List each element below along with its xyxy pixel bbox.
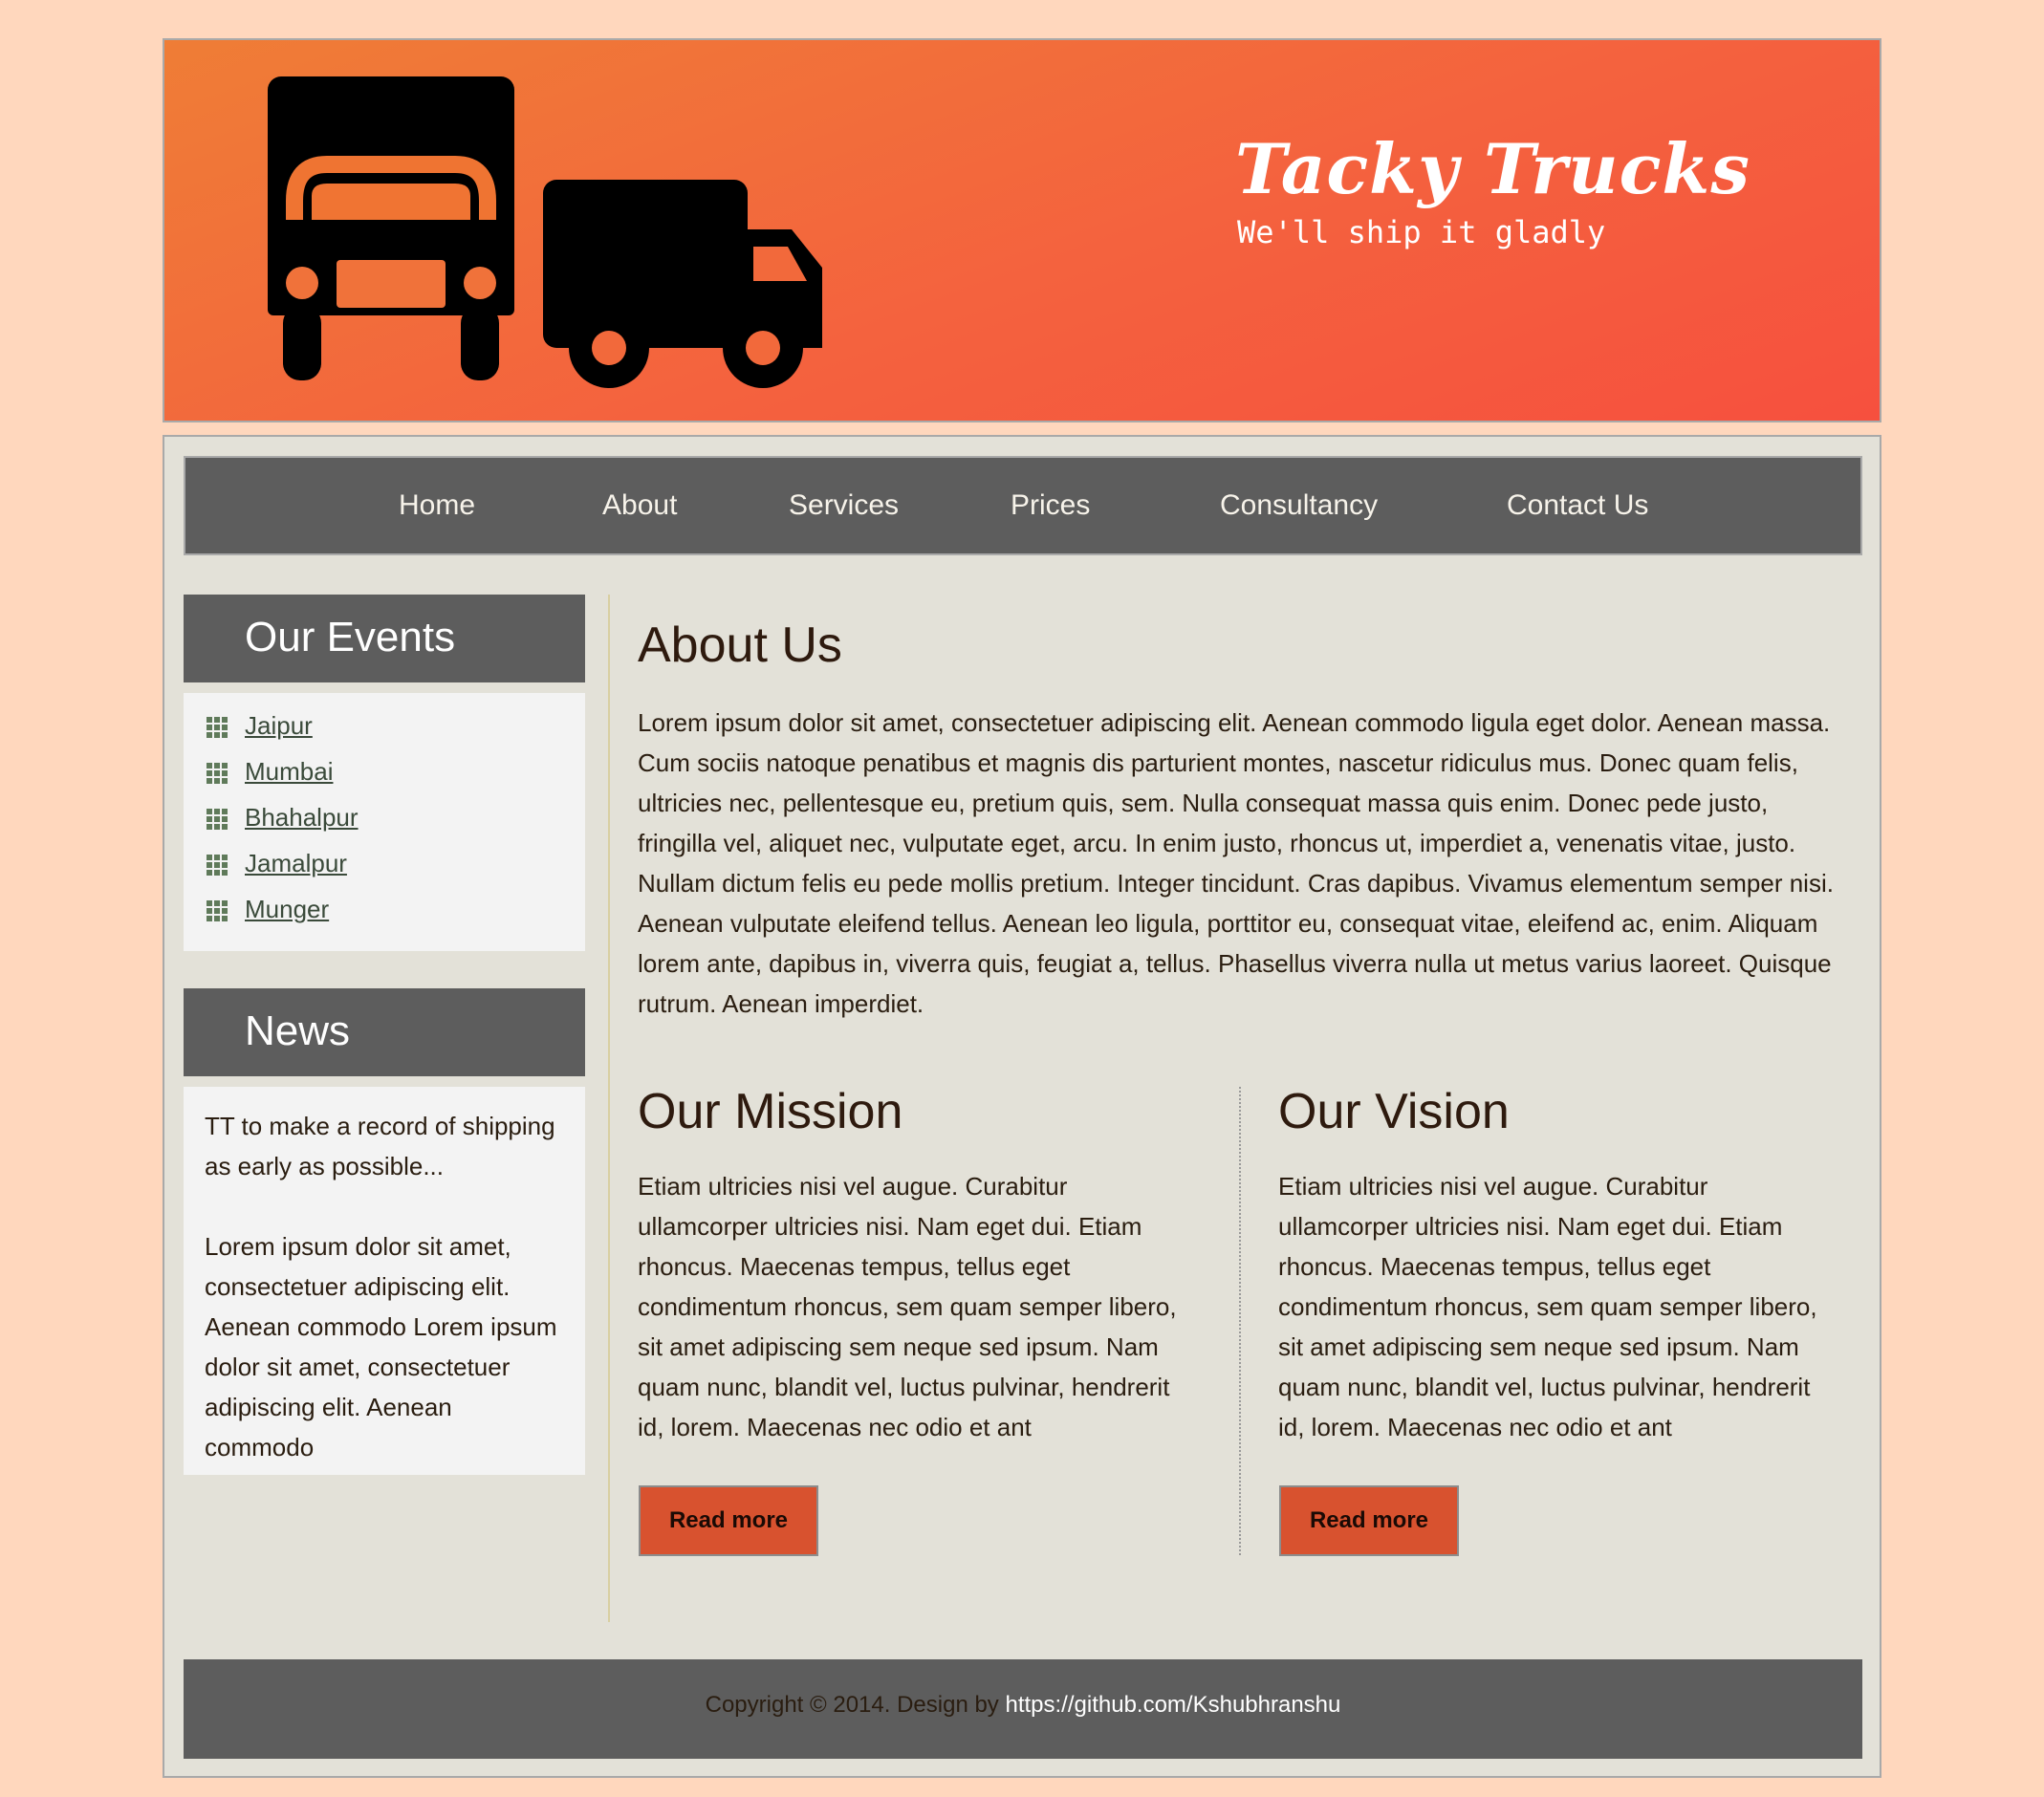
- event-link-jamalpur[interactable]: Jamalpur: [245, 844, 347, 882]
- mission-read-more-button[interactable]: Read more: [639, 1485, 818, 1556]
- nav-item-home[interactable]: Home: [399, 458, 475, 553]
- main-nav: Home About Services Prices Consultancy C…: [184, 456, 1862, 555]
- grid-bullet-icon: [207, 900, 228, 921]
- vision-read-more-button[interactable]: Read more: [1279, 1485, 1459, 1556]
- site-tagline: We'll ship it gladly: [1237, 214, 1606, 250]
- grid-bullet-icon: [207, 809, 228, 830]
- event-link-bhahalpur[interactable]: Bhahalpur: [245, 798, 359, 836]
- site-footer: Copyright © 2014. Design by https://gith…: [184, 1659, 1862, 1759]
- news-headline: TT to make a record of shipping as early…: [205, 1112, 555, 1180]
- column-divider: [1239, 1087, 1241, 1555]
- vision-title: Our Vision: [1278, 1084, 1510, 1139]
- news-body: Lorem ipsum dolor sit amet, consectetuer…: [205, 1232, 557, 1461]
- events-list: Jaipur Mumbai Bhahalpur Jamalpur Munger: [184, 693, 585, 951]
- site-title: Tacky Trucks: [1235, 128, 1750, 209]
- news-title: News: [245, 1007, 351, 1054]
- event-link-munger[interactable]: Munger: [245, 890, 329, 928]
- mission-title: Our Mission: [638, 1084, 903, 1139]
- grid-bullet-icon: [207, 717, 228, 738]
- about-text: Lorem ipsum dolor sit amet, consectetuer…: [638, 708, 1834, 1018]
- content-divider: [608, 595, 610, 1622]
- nav-item-about[interactable]: About: [602, 458, 677, 553]
- page-container: Home About Services Prices Consultancy C…: [163, 435, 1881, 1778]
- news-heading: News: [184, 988, 585, 1076]
- grid-bullet-icon: [207, 855, 228, 876]
- about-title: About Us: [638, 617, 842, 673]
- footer-link[interactable]: https://github.com/Kshubhranshu: [1005, 1692, 1340, 1718]
- news-panel: TT to make a record of shipping as early…: [184, 1087, 585, 1475]
- nav-item-consultancy[interactable]: Consultancy: [1220, 458, 1378, 553]
- site-header: Tacky Trucks We'll ship it gladly: [163, 38, 1881, 422]
- event-link-mumbai[interactable]: Mumbai: [245, 752, 333, 790]
- footer-copyright: Copyright © 2014. Design by: [705, 1692, 999, 1718]
- events-title: Our Events: [245, 614, 456, 660]
- grid-bullet-icon: [207, 763, 228, 784]
- trucks-logo-icon: [268, 76, 822, 388]
- nav-item-services[interactable]: Services: [789, 458, 899, 553]
- nav-item-contact-us[interactable]: Contact Us: [1507, 458, 1648, 553]
- nav-item-prices[interactable]: Prices: [1011, 458, 1090, 553]
- mission-text: Etiam ultricies nisi vel augue. Curabitu…: [638, 1172, 1177, 1441]
- events-heading: Our Events: [184, 595, 585, 682]
- event-link-jaipur[interactable]: Jaipur: [245, 706, 313, 745]
- vision-text: Etiam ultricies nisi vel augue. Curabitu…: [1278, 1172, 1817, 1441]
